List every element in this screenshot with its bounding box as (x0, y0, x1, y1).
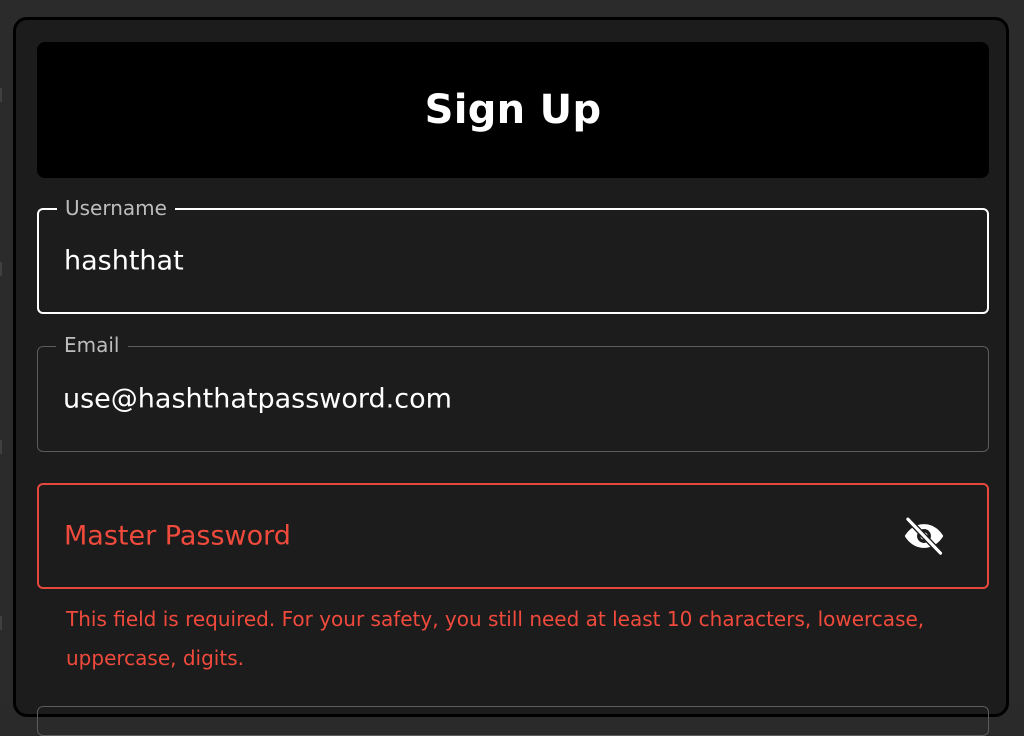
toggle-password-visibility-button[interactable] (901, 513, 947, 559)
email-field[interactable]: Email use@hashthatpassword.com (37, 332, 989, 452)
backdrop-decoration (0, 616, 12, 630)
next-form-field[interactable] (37, 706, 989, 736)
backdrop-decoration (0, 440, 12, 454)
master-password-field[interactable]: Master Password (37, 483, 989, 589)
dialog-header: Sign Up (37, 42, 989, 178)
backdrop-decoration (0, 262, 12, 276)
username-label: Username (57, 195, 175, 221)
sign-up-dialog: Sign Up Username hashthat Email use@hash… (13, 17, 1009, 736)
username-field[interactable]: Username hashthat (37, 195, 989, 314)
email-input[interactable]: use@hashthatpassword.com (63, 384, 452, 415)
username-input[interactable]: hashthat (64, 246, 184, 277)
master-password-error: This field is required. For your safety,… (66, 607, 925, 670)
email-label: Email (56, 332, 128, 358)
eye-off-icon (904, 516, 944, 557)
dialog-title: Sign Up (424, 87, 602, 133)
backdrop-decoration (0, 88, 12, 102)
master-password-input[interactable]: Master Password (64, 521, 291, 552)
